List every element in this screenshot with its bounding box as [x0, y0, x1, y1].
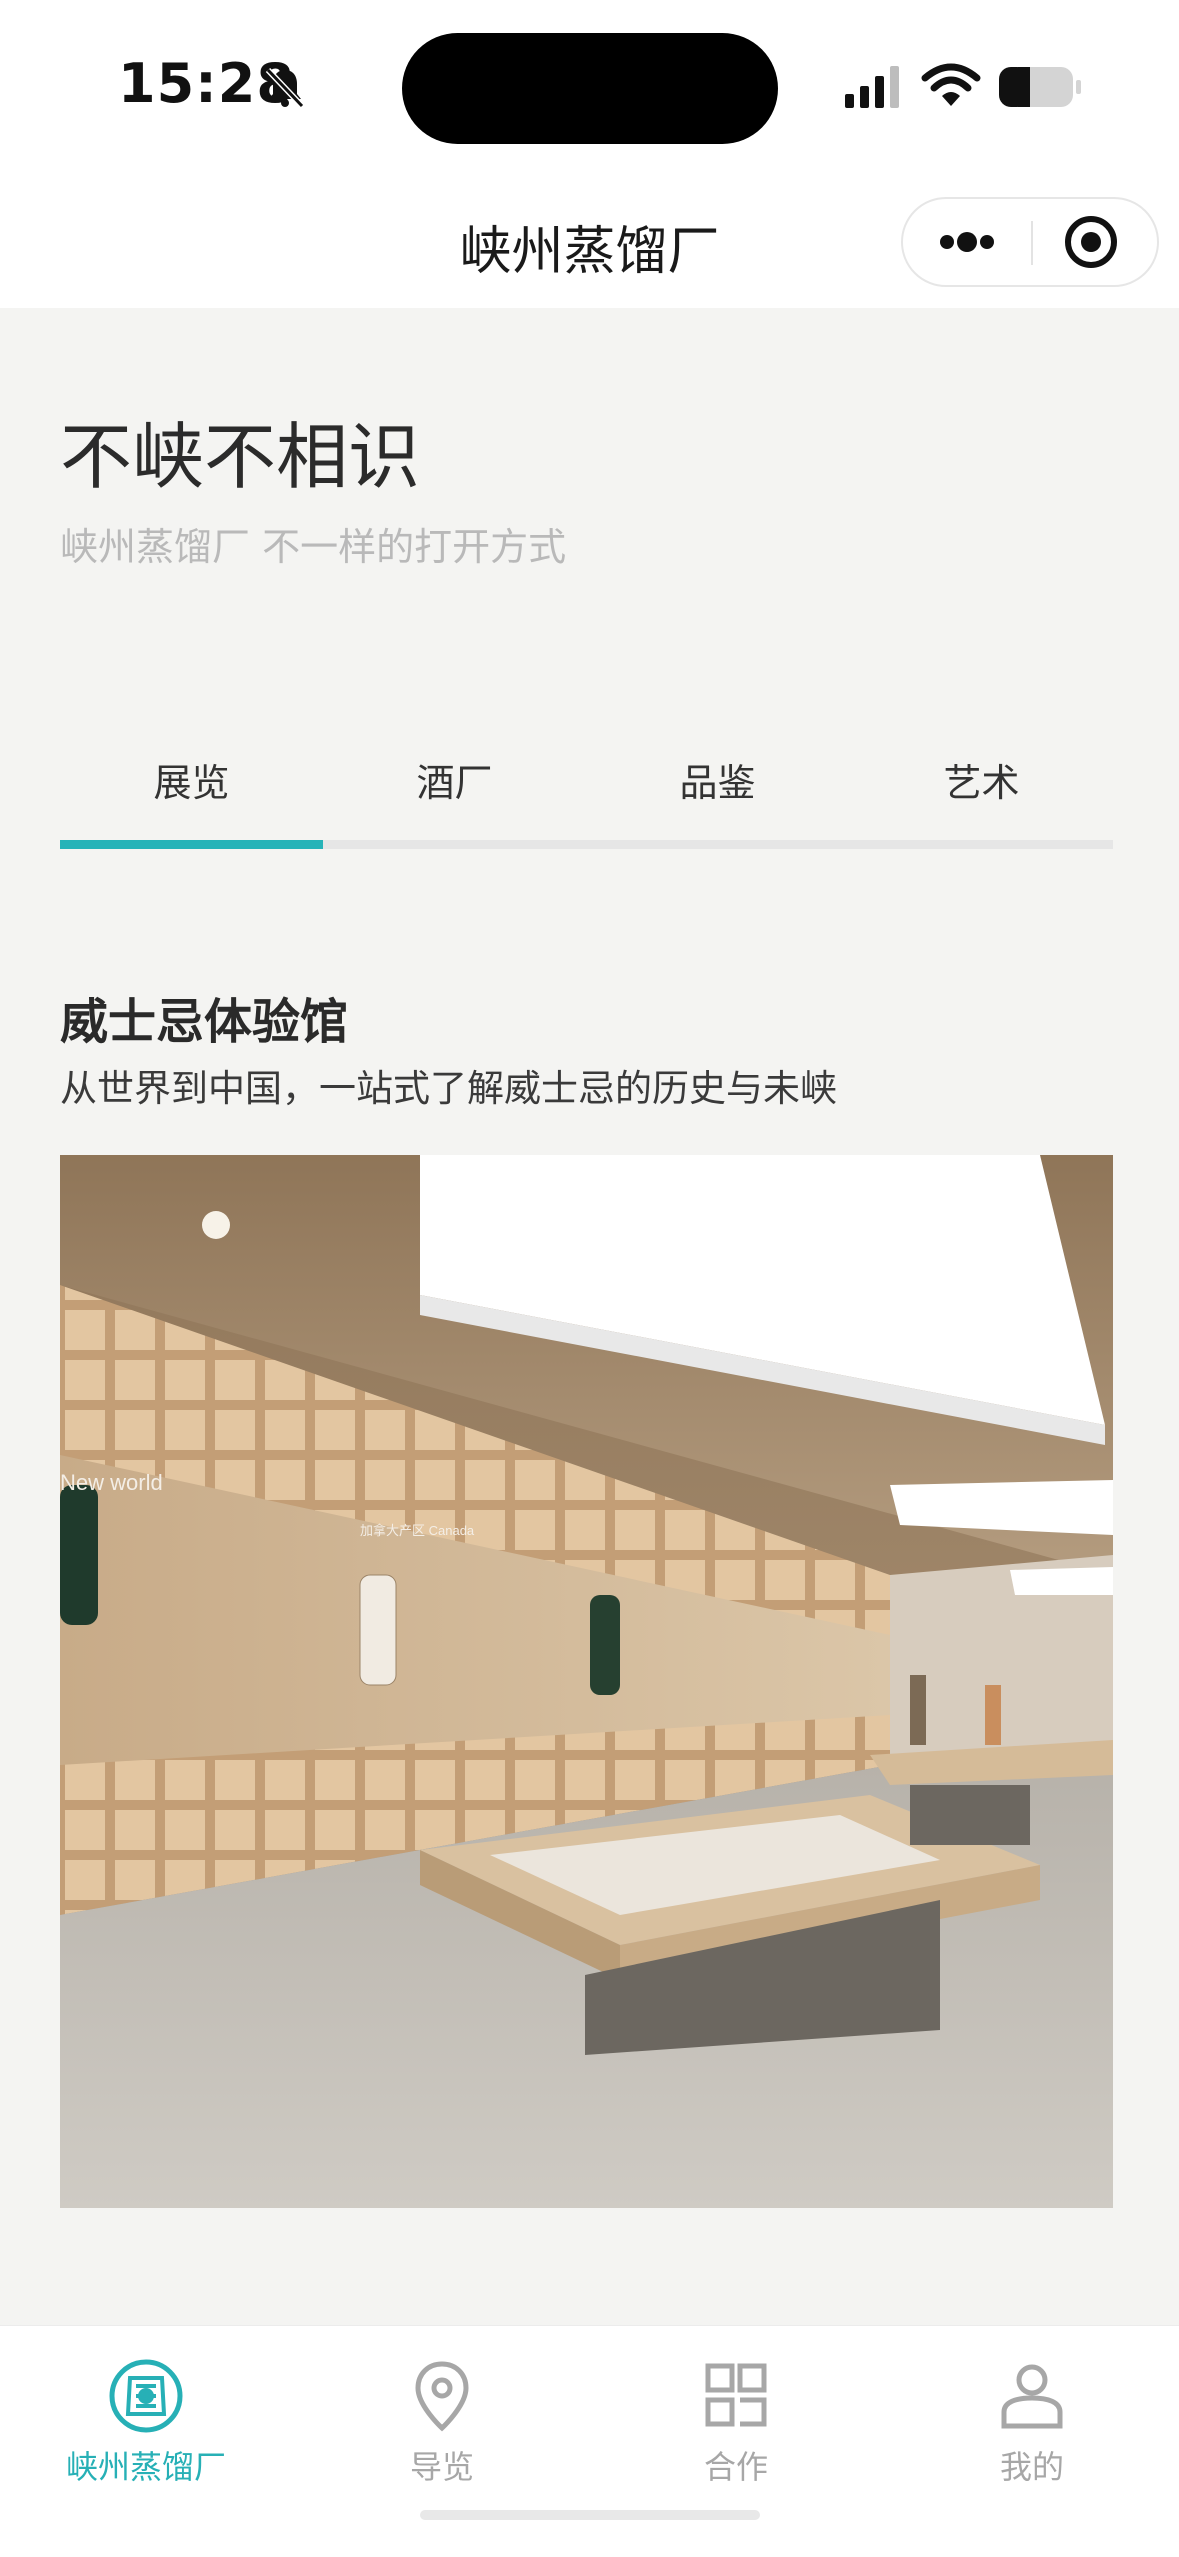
- dynamic-island: [402, 33, 778, 144]
- tabbar-label: 合作: [703, 2448, 768, 2486]
- whisky-hall-photo[interactable]: New world 加拿大产区 Canada: [60, 1155, 1113, 2208]
- tab-distillery[interactable]: 酒厂: [323, 752, 586, 807]
- tabbar-label: 我的: [999, 2448, 1064, 2486]
- wifi-icon: [921, 63, 981, 106]
- status-bar: 15:28: [0, 0, 1179, 175]
- cellular-signal-icon: [845, 66, 899, 108]
- section-subtitle: 从世界到中国，一站式了解威士忌的历史与未峡: [60, 1067, 837, 1110]
- category-tabs: 展览 酒厂 品鉴 艺术: [60, 752, 1113, 852]
- distillery-logo-icon: [109, 2359, 183, 2433]
- close-target-icon[interactable]: [1033, 199, 1157, 285]
- whisky-hall-illustration: New world 加拿大产区 Canada: [60, 1155, 1113, 2208]
- tab-art[interactable]: 艺术: [850, 752, 1113, 807]
- more-options-icon[interactable]: [903, 199, 1031, 285]
- bell-muted-icon: [265, 67, 305, 109]
- tabbar-item-mine[interactable]: 我的: [912, 2356, 1152, 2488]
- tabbar-label: 导览: [409, 2448, 474, 2486]
- hero-title: 不峡不相识: [60, 415, 421, 499]
- tabbar-item-guide[interactable]: 导览: [322, 2356, 562, 2488]
- nav-bar: 峡州蒸馏厂: [0, 175, 1179, 308]
- section-title: 威士忌体验馆: [60, 994, 349, 1050]
- wall-sign-label: 加拿大产区 Canada: [360, 1523, 475, 1538]
- grid-blocks-icon: [705, 2363, 767, 2427]
- tabbar-item-home[interactable]: 峡州蒸馏厂: [26, 2356, 266, 2488]
- bottom-tab-bar: 峡州蒸馏厂 导览 合作 我的: [0, 2325, 1179, 2557]
- user-profile-icon: [1001, 2364, 1063, 2429]
- tab-active-indicator: [60, 840, 323, 849]
- tab-exhibition[interactable]: 展览: [60, 752, 323, 807]
- wall-bottle-graphic: [60, 1485, 98, 1625]
- wall-region-label: New world: [60, 1470, 163, 1495]
- hero-subtitle: 峡州蒸馏厂 不一样的打开方式: [60, 525, 567, 569]
- home-indicator: [420, 2510, 760, 2520]
- mini-program-capsule: [901, 197, 1159, 287]
- tabbar-label: 峡州蒸馏厂: [65, 2448, 226, 2486]
- tabbar-item-cooperate[interactable]: 合作: [616, 2356, 856, 2488]
- location-pin-icon: [415, 2361, 469, 2432]
- tab-tasting[interactable]: 品鉴: [586, 752, 849, 807]
- battery-icon: [999, 67, 1081, 107]
